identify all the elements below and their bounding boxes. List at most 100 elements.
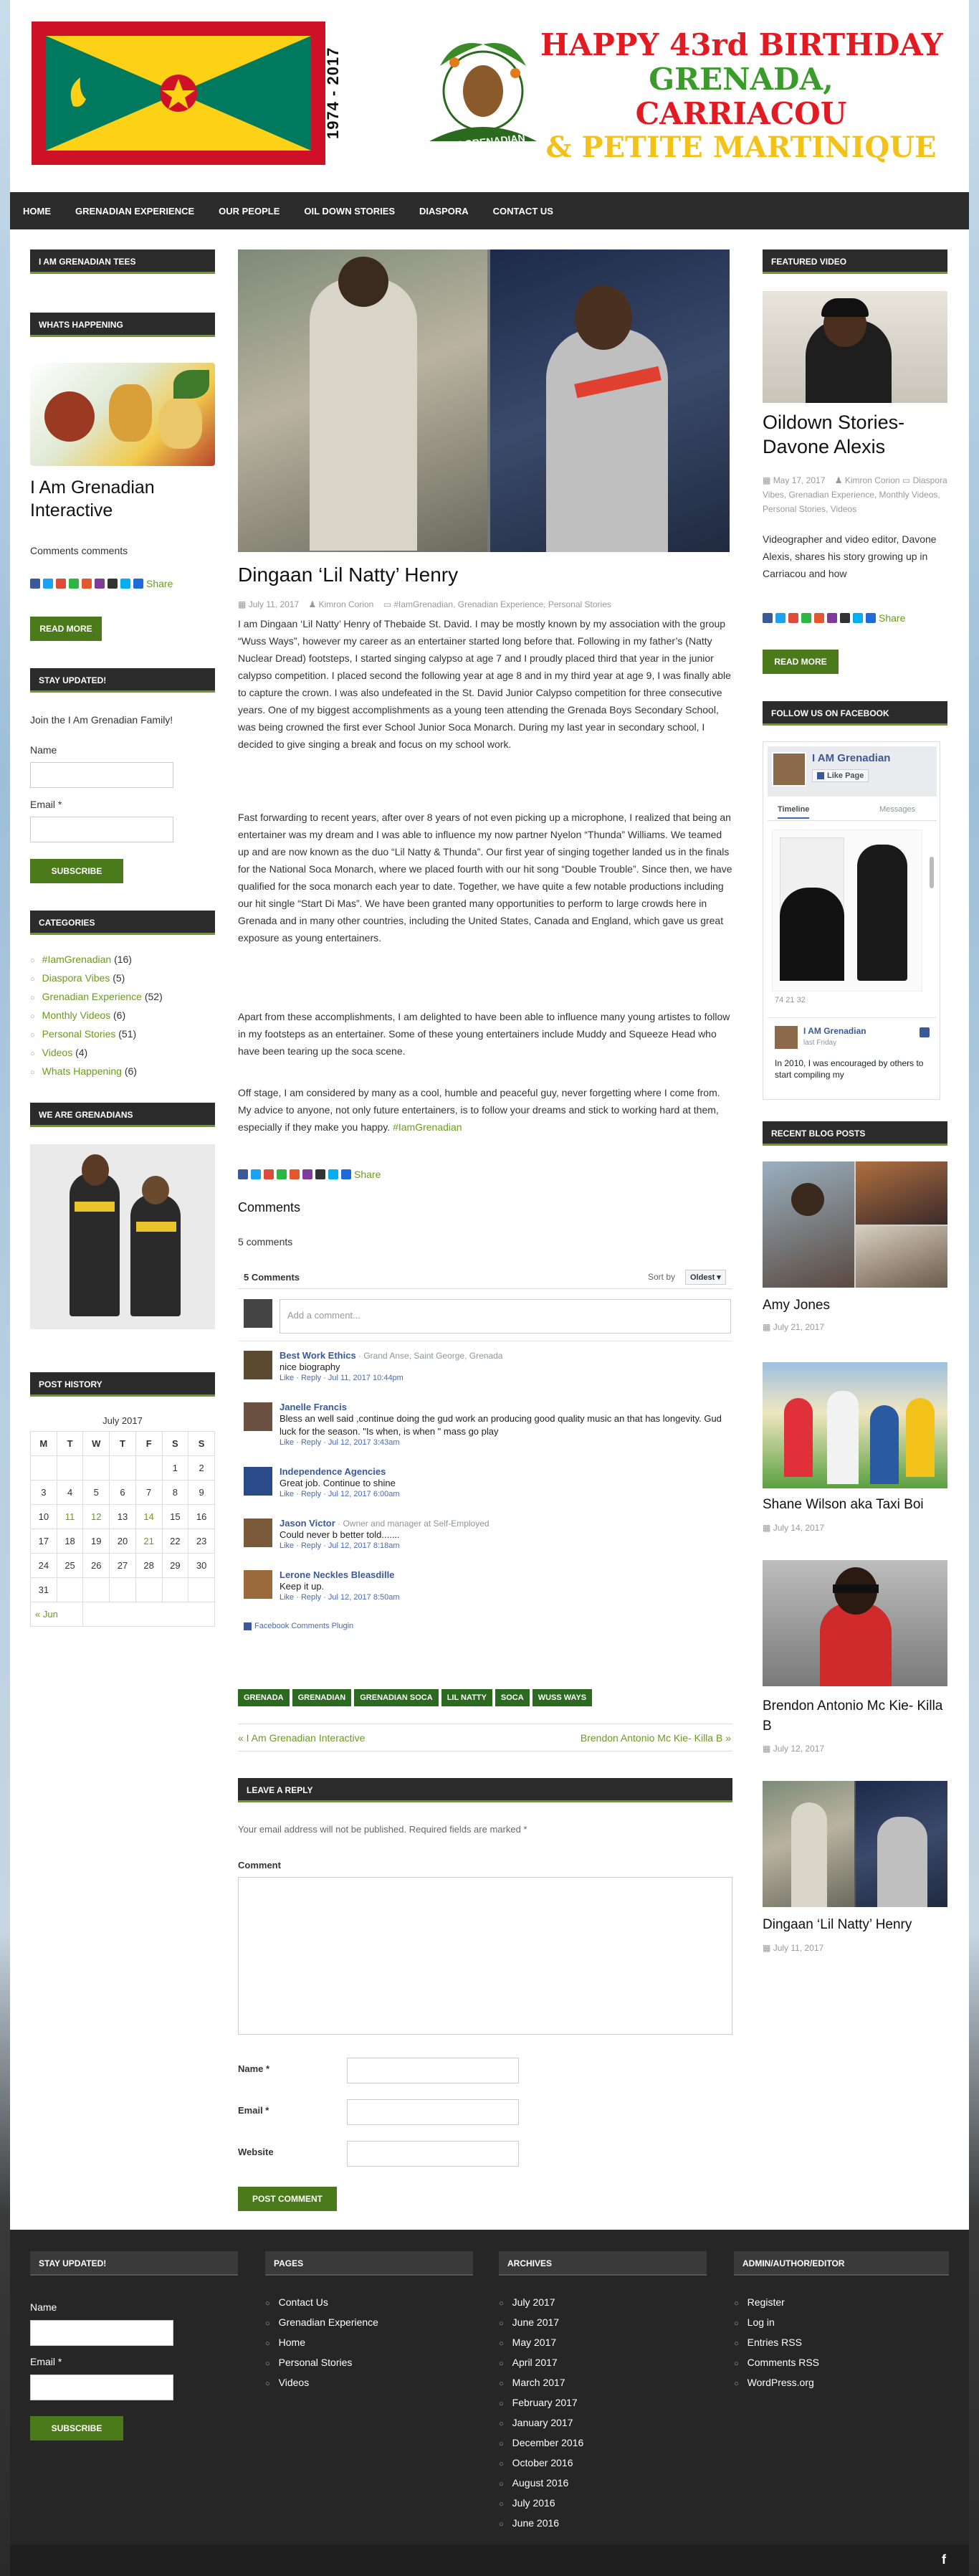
footer-page-link[interactable]: Videos — [265, 2373, 378, 2393]
name-input[interactable] — [30, 762, 173, 788]
twitter-share-icon[interactable] — [251, 1169, 261, 1179]
post-author[interactable]: Kimron Corion — [319, 599, 374, 609]
google-share-icon[interactable] — [264, 1169, 274, 1179]
category-item[interactable]: Monthly Videos (6) — [30, 1007, 215, 1025]
commenter-avatar[interactable] — [244, 1402, 272, 1431]
tag-link[interactable]: GRENADA — [238, 1689, 290, 1706]
facebook-share-icon[interactable] — [763, 613, 773, 623]
fb-tab-timeline[interactable]: Timeline — [778, 805, 810, 819]
nav-home[interactable]: HOME — [23, 206, 51, 217]
tumblr-share-icon[interactable] — [315, 1169, 325, 1179]
nav-oil-down-stories[interactable]: OIL DOWN STORIES — [304, 206, 395, 217]
admin-link[interactable]: WordPress.org — [734, 2373, 819, 2393]
next-post-link[interactable]: Brendon Antonio Mc Kie- Killa B » — [555, 1732, 731, 1744]
tag-link[interactable]: GRENADIAN — [292, 1689, 352, 1706]
category-item[interactable]: #IamGrenadian (16) — [30, 951, 215, 969]
comment-actions[interactable]: Like · Reply · Jul 12, 2017 8:18am — [280, 1541, 724, 1550]
fb-page-avatar[interactable] — [772, 752, 806, 786]
email-input[interactable] — [30, 817, 173, 842]
share-label[interactable]: Share — [354, 1169, 381, 1180]
share-plus-icon[interactable] — [133, 579, 143, 589]
commenter-name[interactable]: Lerone Neckles Bleasdille — [280, 1569, 394, 1580]
fb-like-page-button[interactable]: Like Page — [812, 769, 869, 782]
category-item[interactable]: Videos (4) — [30, 1044, 215, 1063]
calendar-prev-link[interactable]: « Jun — [29, 1602, 84, 1627]
featured-read-more-button[interactable]: READ MORE — [763, 650, 839, 674]
recent-post-image[interactable] — [763, 1161, 947, 1288]
commenter-avatar[interactable] — [244, 1351, 272, 1379]
comment-actions[interactable]: Like · Reply · Jul 12, 2017 3:43am — [280, 1438, 724, 1447]
twitter-share-icon[interactable] — [775, 613, 785, 623]
comment-actions[interactable]: Like · Reply · Jul 11, 2017 10:44pm — [280, 1374, 724, 1382]
share-plus-icon[interactable] — [341, 1169, 351, 1179]
commenter-name[interactable]: Jason Victor — [280, 1518, 335, 1529]
fb-post-avatar[interactable] — [775, 1026, 798, 1049]
comment-actions[interactable]: Like · Reply · Jul 12, 2017 6:00am — [280, 1490, 724, 1498]
viber-share-icon[interactable] — [302, 1169, 312, 1179]
post-categories[interactable]: #IamGrenadian, Grenadian Experience, Per… — [393, 599, 611, 609]
add-comment-input[interactable]: Add a comment... — [280, 1299, 731, 1334]
comment-textarea[interactable] — [238, 1877, 732, 2035]
facebook-share-icon[interactable] — [30, 579, 40, 589]
archive-link[interactable]: July 2017 — [499, 2293, 583, 2313]
tag-link[interactable]: GRENADIAN SOCA — [354, 1689, 439, 1706]
whatsapp-share-icon[interactable] — [801, 613, 811, 623]
fb-scrollbar[interactable] — [930, 857, 934, 888]
tumblr-share-icon[interactable] — [840, 613, 850, 623]
archive-link[interactable]: April 2017 — [499, 2353, 583, 2373]
fb-post-image[interactable] — [772, 830, 922, 992]
archive-link[interactable]: July 2016 — [499, 2494, 583, 2514]
skype-share-icon[interactable] — [120, 579, 130, 589]
calendar-day-link[interactable]: 14 — [135, 1504, 163, 1529]
archive-link[interactable]: February 2017 — [499, 2393, 583, 2413]
recent-post-title[interactable]: Brendon Antonio Mc Kie- Killa B — [763, 1696, 947, 1736]
commenter-avatar[interactable] — [244, 1467, 272, 1496]
whatsapp-share-icon[interactable] — [69, 579, 79, 589]
recent-post-title[interactable]: Amy Jones — [763, 1298, 830, 1313]
reddit-share-icon[interactable] — [814, 613, 824, 623]
reply-website-input[interactable] — [347, 2141, 519, 2167]
skype-share-icon[interactable] — [328, 1169, 338, 1179]
archive-link[interactable]: January 2017 — [499, 2413, 583, 2433]
skype-share-icon[interactable] — [853, 613, 863, 623]
nav-diaspora[interactable]: DIASPORA — [419, 206, 469, 217]
share-plus-icon[interactable] — [866, 613, 876, 623]
previous-post-link[interactable]: « I Am Grenadian Interactive — [238, 1732, 365, 1744]
comment-actions[interactable]: Like · Reply · Jul 12, 2017 8:50am — [280, 1593, 724, 1602]
commenter-name[interactable]: Independence Agencies — [280, 1466, 386, 1477]
calendar-day-link[interactable]: 11 — [56, 1504, 84, 1529]
reddit-share-icon[interactable] — [290, 1169, 300, 1179]
happening-read-more-button[interactable]: READ MORE — [30, 617, 102, 641]
tumblr-share-icon[interactable] — [108, 579, 118, 589]
featured-author[interactable]: Kimron Corion — [845, 475, 900, 485]
fb-tab-messages[interactable]: Messages — [879, 805, 915, 814]
admin-link[interactable]: Comments RSS — [734, 2353, 819, 2373]
recent-post-image[interactable] — [763, 1560, 947, 1686]
footer-page-link[interactable]: Home — [265, 2333, 378, 2353]
featured-post-title[interactable]: Oildown Stories- Davone Alexis — [763, 410, 949, 459]
archive-link[interactable]: May 2017 — [499, 2333, 583, 2353]
whatsapp-share-icon[interactable] — [277, 1169, 287, 1179]
archive-link[interactable]: December 2016 — [499, 2433, 584, 2453]
admin-link[interactable]: Entries RSS — [734, 2333, 819, 2353]
footer-page-link[interactable]: Personal Stories — [265, 2353, 378, 2373]
nav-contact-us[interactable]: CONTACT US — [493, 206, 553, 217]
footer-subscribe-button[interactable]: SUBSCRIBE — [30, 2416, 123, 2440]
recent-post-title[interactable]: Dingaan ‘Lil Natty’ Henry — [763, 1917, 912, 1933]
footer-email-input[interactable] — [30, 2375, 173, 2400]
fb-plugin-link[interactable]: Facebook Comments Plugin — [244, 1622, 353, 1630]
commenter-name[interactable]: Best Work Ethics — [280, 1350, 356, 1361]
calendar-day-link[interactable]: 21 — [135, 1529, 163, 1554]
archive-link[interactable]: June 2016 — [499, 2514, 583, 2534]
nav-our-people[interactable]: OUR PEOPLE — [219, 206, 280, 217]
reply-name-input[interactable] — [347, 2058, 519, 2083]
google-share-icon[interactable] — [788, 613, 798, 623]
archive-link[interactable]: June 2017 — [499, 2313, 583, 2333]
share-label[interactable]: Share — [146, 578, 173, 589]
nav-grenadian-experience[interactable]: GRENADIAN EXPERIENCE — [75, 206, 194, 217]
facebook-icon[interactable]: f — [942, 2552, 946, 2567]
admin-link[interactable]: Register — [734, 2293, 819, 2313]
subscribe-button[interactable]: SUBSCRIBE — [30, 859, 123, 883]
viber-share-icon[interactable] — [95, 579, 105, 589]
tag-link[interactable]: WUSS WAYS — [532, 1689, 593, 1706]
